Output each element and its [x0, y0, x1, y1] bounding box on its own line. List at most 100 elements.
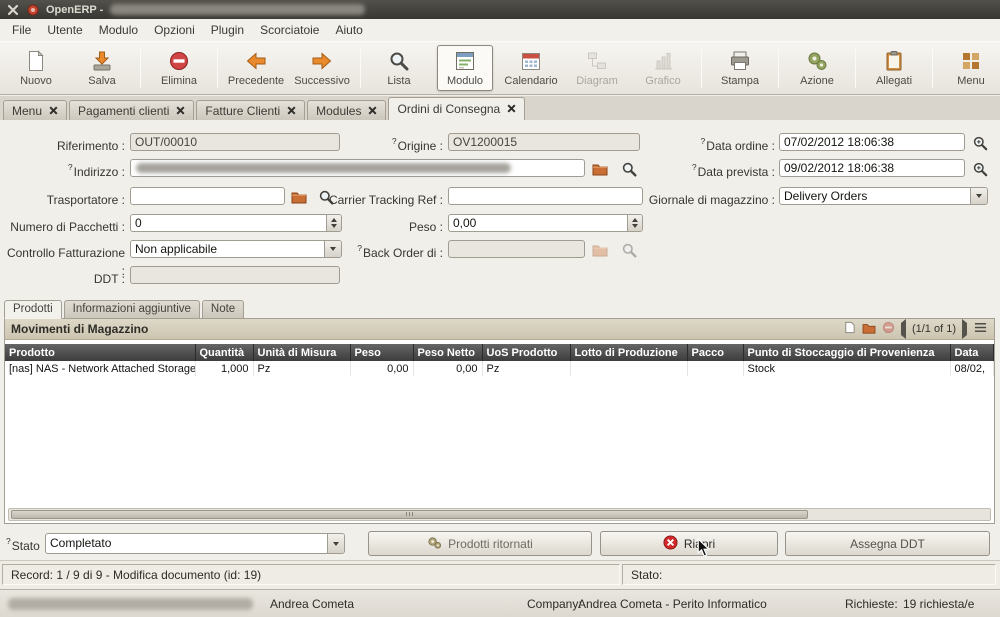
menu-aiuto[interactable]: Aiuto — [327, 20, 370, 40]
column-header-uos-prodotto[interactable]: UoS Prodotto — [482, 344, 570, 361]
bottombar: Andrea Cometa Company: Andrea Cometa - P… — [0, 589, 1000, 617]
screen-tabstrip: Menu Pagamenti clienti Fatture Clienti M… — [0, 96, 1000, 120]
column-header-peso-netto[interactable]: Peso Netto — [413, 344, 482, 361]
riapri-button[interactable]: Riapri — [600, 531, 778, 556]
menu-scorciatoie[interactable]: Scorciatoie — [252, 20, 327, 40]
peso-stepper[interactable]: 0,00 — [448, 214, 643, 232]
list-view-button[interactable]: Lista — [371, 45, 427, 91]
tab-ordini-di-consegna[interactable]: Ordini di Consegna — [388, 97, 525, 120]
menu-file[interactable]: File — [4, 20, 39, 40]
next-button[interactable]: Successivo — [294, 45, 350, 91]
menu-button[interactable]: Menu — [943, 45, 999, 91]
trasportatore-label: Trasportatore : — [0, 187, 125, 205]
riferimento-label: Riferimento : — [0, 133, 125, 151]
toolbar-separator — [701, 48, 702, 88]
form-notebook: Prodotti Informazioni aggiuntive Note Mo… — [4, 300, 995, 524]
delete-button[interactable]: Elimina — [151, 45, 207, 91]
chevron-down-icon[interactable] — [970, 188, 987, 204]
form-view-button[interactable]: Modulo — [437, 45, 493, 91]
next-page-icon[interactable] — [962, 323, 967, 335]
data-prevista-field[interactable] — [779, 159, 965, 177]
back-order-label: ?Back Order di : — [303, 240, 443, 258]
menu-utente[interactable]: Utente — [39, 20, 90, 40]
statusbar: Record: 1 / 9 di 9 - Modifica documento … — [0, 560, 1000, 590]
column-header-lotto-di-produzione[interactable]: Lotto di Produzione — [570, 344, 687, 361]
tab-close-icon[interactable] — [287, 104, 296, 118]
menu-opzioni[interactable]: Opzioni — [146, 20, 203, 40]
column-header-prodotto[interactable]: Prodotto — [5, 344, 195, 361]
save-button[interactable]: Salva — [74, 45, 130, 91]
open-line-icon[interactable] — [862, 322, 876, 337]
menubar: File Utente Modulo Opzioni Plugin Scorci… — [0, 19, 1000, 41]
titlebar: OpenERP - — [0, 0, 1000, 19]
new-record-icon — [24, 49, 48, 73]
requests-label: Richieste: — [845, 597, 898, 611]
chevron-down-icon[interactable] — [327, 534, 344, 553]
gears-icon — [427, 535, 442, 553]
delete-icon — [167, 49, 191, 73]
close-window-icon[interactable] — [6, 3, 19, 16]
grid-header: Movimenti di Magazzino (1/1 of 1) — [5, 319, 994, 340]
tab-close-icon[interactable] — [368, 104, 377, 118]
toolbar-separator — [855, 48, 856, 88]
giornale-combobox[interactable]: Delivery Orders — [779, 187, 988, 205]
horizontal-scrollbar[interactable] — [8, 508, 991, 521]
giornale-label: Giornale di magazzino : — [610, 187, 775, 205]
tab-informazioni-aggiuntive[interactable]: Informazioni aggiuntive — [64, 300, 200, 319]
numero-pacchetti-label: Numero di Pacchetti : — [0, 214, 125, 232]
form-view-icon — [453, 49, 477, 73]
new-button[interactable]: Nuovo — [8, 45, 64, 91]
trasportatore-field[interactable] — [130, 187, 285, 205]
data-ordine-label: ?Data ordine : — [610, 133, 775, 151]
spin-arrows-icon[interactable] — [627, 215, 642, 231]
column-header-unita-di-misura[interactable]: Unità di Misura — [253, 344, 350, 361]
tab-prodotti[interactable]: Prodotti — [4, 300, 62, 319]
open-folder-icon[interactable] — [591, 160, 609, 177]
cell-quantita: 1,000 — [195, 361, 253, 376]
data-ordine-field[interactable] — [779, 133, 965, 151]
diagram-view-icon — [585, 49, 609, 73]
calendar-view-button[interactable]: Calendario — [503, 45, 559, 91]
prodotti-ritornati-button[interactable]: Prodotti ritornati — [368, 531, 592, 556]
table-row[interactable]: [nas] NAS - Network Attached Storage 1,0… — [5, 361, 994, 376]
cell-data: 08/02, — [950, 361, 994, 376]
delete-line-icon — [882, 321, 895, 337]
requests-count[interactable]: 19 richiesta/e — [903, 597, 974, 611]
cancel-red-icon — [663, 535, 678, 553]
tab-close-icon[interactable] — [176, 104, 185, 118]
tab-note[interactable]: Note — [202, 300, 244, 319]
switch-view-icon[interactable] — [973, 321, 988, 337]
tab-fatture-clienti[interactable]: Fatture Clienti — [196, 100, 305, 120]
zoom-date-icon[interactable] — [971, 134, 989, 151]
toolbar-separator — [932, 48, 933, 88]
window-title: OpenERP - — [46, 4, 103, 16]
column-header-punto-di-stoccaggio[interactable]: Punto di Stoccaggio di Provenienza — [743, 344, 950, 361]
menu-plugin[interactable]: Plugin — [203, 20, 252, 40]
print-button[interactable]: Stampa — [712, 45, 768, 91]
stato-combobox[interactable]: Completato — [45, 533, 345, 554]
scrollbar-thumb[interactable] — [11, 510, 808, 519]
attachments-button[interactable]: Allegati — [866, 45, 922, 91]
attachment-icon — [882, 49, 906, 73]
zoom-date-icon[interactable] — [971, 160, 989, 177]
column-header-data[interactable]: Data — [950, 344, 994, 361]
action-button[interactable]: Azione — [789, 45, 845, 91]
column-header-peso[interactable]: Peso — [350, 344, 413, 361]
menu-modulo[interactable]: Modulo — [91, 20, 146, 40]
assegna-ddt-button[interactable]: Assegna DDT — [785, 531, 990, 556]
tab-pagamenti-clienti[interactable]: Pagamenti clienti — [69, 100, 194, 120]
action-gears-icon — [805, 49, 829, 73]
previous-page-icon[interactable] — [901, 323, 906, 335]
notebook-page-prodotti: Movimenti di Magazzino (1/1 of 1) — [4, 318, 995, 524]
toolbar-separator — [778, 48, 779, 88]
tab-close-icon[interactable] — [507, 102, 516, 116]
previous-button[interactable]: Precedente — [228, 45, 284, 91]
tab-close-icon[interactable] — [49, 104, 58, 118]
tab-modules[interactable]: Modules — [307, 100, 386, 120]
column-header-pacco[interactable]: Pacco — [687, 344, 743, 361]
tab-menu[interactable]: Menu — [3, 100, 67, 120]
column-header-quantita[interactable]: Quantità — [195, 344, 253, 361]
redacted-text — [8, 598, 253, 610]
carrier-tracking-label: Carrier Tracking Ref : — [303, 187, 443, 205]
new-line-icon[interactable] — [843, 321, 856, 337]
